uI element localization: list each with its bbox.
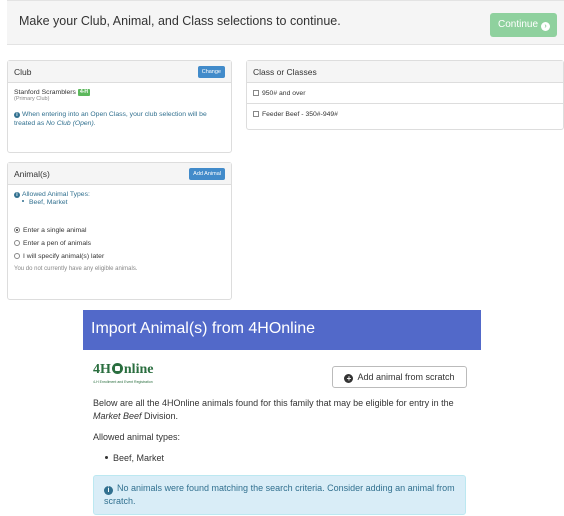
info-icon: i [14, 112, 20, 118]
import-description: Below are all the 4HOnline animals found… [93, 397, 478, 422]
animals-panel-body: i Allowed Animal Types: Beef, Market Ente… [8, 185, 231, 278]
radio-single-animal[interactable]: Enter a single animal [14, 224, 225, 237]
import-description-text: Below are all the 4HOnline animals found… [93, 398, 454, 408]
animals-panel-title: Animal(s) [14, 169, 50, 179]
radio-pen-of-animals[interactable]: Enter a pen of animals [14, 237, 225, 250]
import-modal-title: Import Animal(s) from 4HOnline [91, 320, 316, 337]
club-sub: (Primary Club) [14, 96, 50, 102]
continue-label: Continue [498, 19, 539, 30]
import-description-suffix: Division. [141, 410, 179, 421]
allowed-animal-type-text: Beef, Market [113, 453, 165, 463]
info-icon: i [14, 192, 20, 198]
class-checkbox[interactable] [253, 90, 259, 96]
open-class-info-text: When entering into an Open Class, your c… [14, 111, 207, 127]
animals-panel: Animal(s) Add Animal i Allowed Animal Typ… [7, 162, 232, 300]
class-panel-title: Class or Classes [253, 67, 317, 77]
import-modal-header: Import Animal(s) from 4HOnline [83, 310, 481, 350]
open-class-info: i When entering into an Open Class, your … [14, 110, 225, 128]
import-description-division: Market Beef [93, 410, 142, 421]
logo-text-right: nline [123, 362, 154, 377]
add-scratch-label: Add animal from scratch [357, 372, 455, 382]
radio-label: I will specify animal(s) later [23, 253, 105, 260]
bullet-icon [22, 200, 24, 202]
info-icon: i [104, 486, 113, 495]
class-option-label: Feeder Beef - 350#-949# [262, 111, 338, 118]
logo-text-left: 4H [93, 362, 111, 377]
no-animals-alert: i No animals were found matching the sear… [93, 475, 466, 515]
club-panel: Club Change Stanford Scramblers 4-H (Prim… [7, 60, 232, 153]
bullet-icon [105, 456, 108, 459]
club-badge: 4-H [77, 89, 91, 96]
club-name: Stanford Scramblers [14, 89, 76, 96]
arrow-circle-right-icon: › [541, 22, 551, 31]
class-option[interactable]: Feeder Beef - 350#-949# [247, 104, 563, 125]
class-panel: Class or Classes 950# and over Feeder Be… [246, 60, 564, 130]
selection-message: Make your Club, Animal, and Class select… [19, 14, 341, 28]
plus-circle-icon: + [344, 374, 354, 383]
clover-icon [111, 363, 123, 374]
allowed-animal-types-label: Allowed animal types: [93, 432, 181, 442]
radio-label: Enter a single animal [23, 227, 87, 234]
4honline-logo: 4H nline 4-H Enrollment and Event Registr… [93, 362, 154, 384]
class-checkbox[interactable] [253, 111, 259, 117]
selection-bar: Make your Club, Animal, and Class select… [7, 0, 564, 45]
open-class-info-suffix: . [93, 120, 96, 127]
allowed-types-info: i Allowed Animal Types: [14, 191, 225, 198]
class-option-label: 950# and over [262, 90, 306, 97]
open-class-info-emphasis: No Club (Open) [46, 120, 94, 127]
radio-specify-later[interactable]: I will specify animal(s) later [14, 250, 225, 263]
logo-tagline: 4-H Enrollment and Event Registration [93, 380, 153, 384]
allowed-animal-types-item: Beef, Market [105, 453, 164, 463]
class-option[interactable]: 950# and over [247, 83, 563, 104]
allowed-types-title: Allowed Animal Types: [22, 191, 90, 198]
add-animal-from-scratch-button[interactable]: + Add animal from scratch [332, 366, 467, 388]
no-animals-text: You do not currently have any eligible a… [14, 266, 138, 272]
class-panel-heading: Class or Classes [247, 61, 563, 83]
club-panel-title: Club [14, 67, 32, 77]
continue-button[interactable]: Continue › [490, 13, 557, 37]
no-animals-alert-text: No animals were found matching the searc… [104, 483, 455, 506]
club-panel-heading: Club Change [8, 61, 231, 83]
change-club-button[interactable]: Change [197, 66, 225, 78]
radio-button[interactable] [14, 227, 20, 233]
radio-button[interactable] [14, 253, 20, 259]
club-panel-body: Stanford Scramblers 4-H (Primary Club) iW… [8, 83, 231, 134]
radio-label: Enter a pen of animals [23, 240, 92, 247]
radio-button[interactable] [14, 240, 20, 246]
allowed-type-item: Beef, Market [14, 199, 225, 206]
add-animal-button[interactable]: Add Animal [189, 168, 225, 180]
animals-panel-heading: Animal(s) Add Animal [8, 163, 231, 185]
allowed-type-text: Beef, Market [29, 199, 68, 206]
